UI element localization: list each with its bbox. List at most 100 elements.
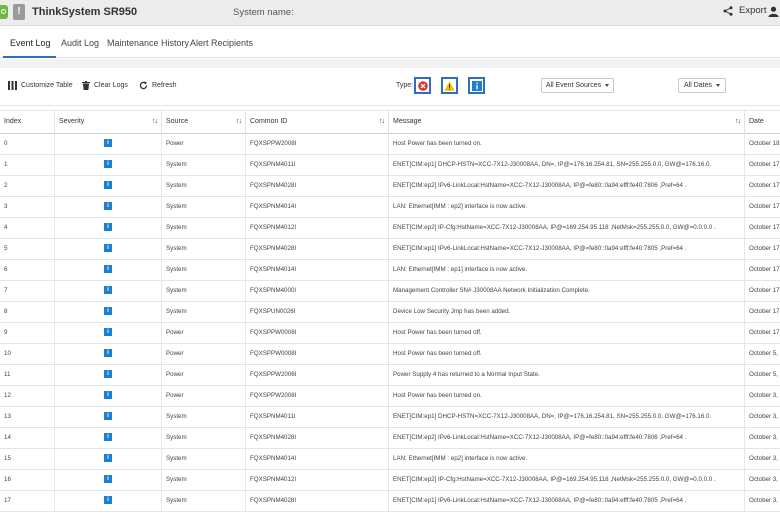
table-row[interactable]: 1 i System FQXSPNM4011I ENET[CIM:ep1] DHCP-H… — [0, 155, 780, 176]
table-row[interactable]: 15 i System FQXSPNM4014I LAN: Ethernet[IMM :… — [0, 449, 780, 470]
table-row[interactable]: 9 i Power FQXSPPW0008I Host Power has been t… — [0, 323, 780, 344]
refresh-icon — [139, 81, 148, 90]
cell-severity: i — [55, 155, 162, 175]
cell-source: Power — [162, 386, 246, 406]
customize-table-button[interactable]: Customize Table — [8, 81, 73, 90]
cell-date: October 17 — [749, 329, 780, 336]
dates-dropdown[interactable]: All Dates — [678, 78, 726, 93]
table-row[interactable]: 16 i System FQXSPNM4012I ENET[CIM:ep2] IP-Cf… — [0, 470, 780, 491]
cell-severity: i — [55, 365, 162, 385]
cell-severity: i — [55, 302, 162, 322]
info-icon: i — [104, 244, 112, 253]
column-header-date[interactable]: Date — [745, 111, 780, 134]
cell-severity: i — [55, 197, 162, 217]
table-row[interactable]: 13 i System FQXSPNM4011I ENET[CIM:ep1] DHCP-… — [0, 407, 780, 428]
cell-date: October 17 — [749, 182, 780, 189]
table-row[interactable]: 5 i System FQXSPNM4028I ENET[CIM:ep1] IPv6-L… — [0, 239, 780, 260]
cell-common-id: FQXSPNM4014I — [246, 449, 389, 469]
info-icon: i — [104, 160, 112, 169]
clear-logs-button[interactable]: Clear Logs — [82, 81, 128, 90]
cell-source: System — [162, 281, 246, 301]
refresh-button[interactable]: Refresh — [139, 81, 177, 90]
tab-alert-recipients[interactable]: Alert Recipients — [190, 38, 253, 48]
table-row[interactable]: 17 i System FQXSPNM4028I ENET[CIM:ep1] IPv6-… — [0, 491, 780, 512]
cell-date: October 17 — [749, 266, 780, 273]
table-row[interactable]: 11 i Power FQXSPPW2006I Power Supply 4 has r… — [0, 365, 780, 386]
cell-common-id: FQXSPPW0008I — [246, 323, 389, 343]
cell-severity: i — [55, 407, 162, 427]
cell-source: System — [162, 470, 246, 490]
system-name-label: System name: — [233, 7, 294, 18]
cell-source: Power — [162, 134, 246, 154]
cell-common-id: FQXSPNM4028I — [246, 176, 389, 196]
column-header-common-id[interactable]: Common ID ↑↓ — [246, 111, 389, 134]
cell-index: 12 — [0, 386, 55, 406]
sort-icon[interactable]: ↑↓ — [152, 111, 158, 133]
cell-index: 11 — [0, 365, 55, 385]
cell-common-id: FQXSPPW0008I — [246, 344, 389, 364]
cell-message: Host Power has been turned on. — [389, 386, 745, 406]
sort-icon[interactable]: ↑↓ — [735, 111, 741, 133]
cell-common-id: FQXSPNM4012I — [246, 218, 389, 238]
cell-index: 14 — [0, 428, 55, 448]
table-row[interactable]: 12 i Power FQXSPPW2008I Host Power has been … — [0, 386, 780, 407]
warning-filter-toggle[interactable] — [441, 77, 458, 94]
export-label: Export — [739, 5, 767, 16]
info-filter-toggle[interactable] — [468, 77, 485, 94]
cell-date: October 17 — [749, 203, 780, 210]
table-row[interactable]: 2 i System FQXSPNM4028I ENET[CIM:ep2] IPv6-L… — [0, 176, 780, 197]
cell-common-id: FQXSPPW2006I — [246, 365, 389, 385]
table-row[interactable]: 7 i System FQXSPNM4000I Management Controlle… — [0, 281, 780, 302]
top-bar: ! ThinkSystem SR950 System name: Export — [0, 0, 780, 26]
tab-audit-log[interactable]: Audit Log — [61, 38, 99, 48]
info-icon: i — [104, 181, 112, 190]
cell-index: 9 — [0, 323, 55, 343]
customize-table-label: Customize Table — [21, 82, 73, 89]
info-icon: i — [104, 475, 112, 484]
tab-bar: Event Log Audit Log Maintenance History … — [0, 27, 780, 58]
table-row[interactable]: 0 i Power FQXSPPW2008I Host Power has been t… — [0, 134, 780, 155]
sort-icon[interactable]: ↑↓ — [236, 111, 242, 133]
cell-date: October 5, — [749, 350, 778, 357]
cell-index: 13 — [0, 407, 55, 427]
cell-date: October 17 — [749, 245, 780, 252]
table-row[interactable]: 6 i System FQXSPNM4014I LAN: Ethernet[IMM : … — [0, 260, 780, 281]
column-header-label: Date — [749, 118, 764, 125]
cell-source: System — [162, 197, 246, 217]
column-header-message[interactable]: Message ↑↓ — [389, 111, 745, 134]
info-icon: i — [104, 307, 112, 316]
event-sources-dropdown[interactable]: All Event Sources — [541, 78, 614, 93]
cell-severity: i — [55, 260, 162, 280]
cell-message: Device Low Security Jmp has been added. — [389, 302, 745, 322]
export-button[interactable]: Export — [723, 5, 766, 16]
table-row[interactable]: 8 i System FQXSPUN0026I Device Low Security … — [0, 302, 780, 323]
tab-event-log[interactable]: Event Log — [10, 38, 51, 48]
table-row[interactable]: 14 i System FQXSPNM4028I ENET[CIM:ep2] IPv6-… — [0, 428, 780, 449]
clear-logs-label: Clear Logs — [94, 82, 128, 89]
column-header-label: Severity — [59, 118, 85, 125]
cell-date: October 3, — [749, 392, 778, 399]
user-icon[interactable] — [768, 6, 779, 17]
info-icon: i — [104, 454, 112, 463]
column-header-source[interactable]: Source ↑↓ — [162, 111, 246, 134]
cell-common-id: FQXSPNM4028I — [246, 428, 389, 448]
error-filter-toggle[interactable] — [414, 77, 431, 94]
cell-message: ENET[CIM:ep2] IP-Cfg:HstName=XCC-7X12-J3… — [389, 218, 745, 238]
tab-maintenance-history[interactable]: Maintenance History — [107, 38, 189, 48]
cell-index: 16 — [0, 470, 55, 490]
table-row[interactable]: 4 i System FQXSPNM4012I ENET[CIM:ep2] IP-Cfg… — [0, 218, 780, 239]
cell-severity: i — [55, 491, 162, 511]
cell-index: 5 — [0, 239, 55, 259]
column-header-index[interactable]: Index — [0, 111, 55, 134]
info-icon: i — [104, 223, 112, 232]
cell-message: Management Controller SN# J30008AA Netwo… — [389, 281, 745, 301]
table-row[interactable]: 3 i System FQXSPNM4014I LAN: Ethernet[IMM : … — [0, 197, 780, 218]
column-header-label: Index — [4, 118, 22, 125]
cell-message: Host Power has been turned off. — [389, 344, 745, 364]
cell-message: ENET[CIM:ep2] IP-Cfg:HstName=XCC-7X12-J3… — [389, 470, 745, 490]
cell-index: 15 — [0, 449, 55, 469]
column-header-severity[interactable]: Severity ↑↓ — [55, 111, 162, 134]
chevron-down-icon — [716, 84, 720, 87]
sort-icon[interactable]: ↑↓ — [379, 111, 385, 133]
table-row[interactable]: 10 i Power FQXSPPW0008I Host Power has been … — [0, 344, 780, 365]
